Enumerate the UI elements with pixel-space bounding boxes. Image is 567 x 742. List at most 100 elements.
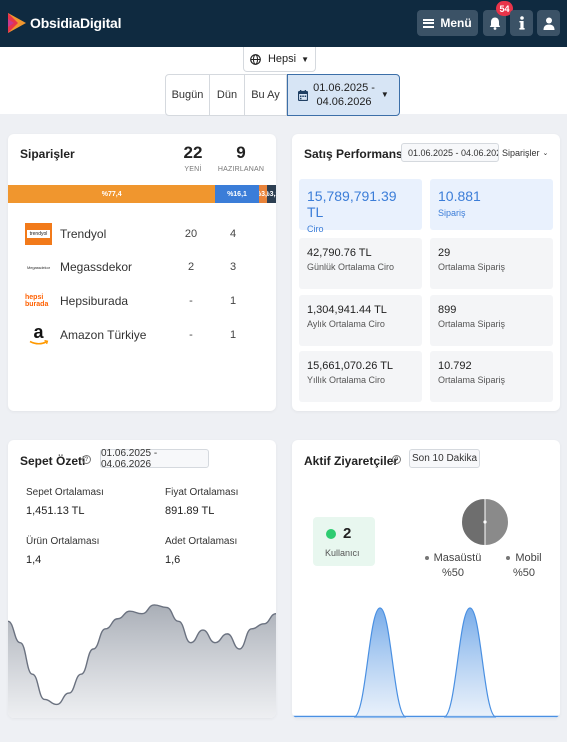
visitors-time-window[interactable]: Son 10 Dakika	[409, 449, 480, 468]
basket-summary-card: Sepet Özeti ? 01.06.2025 - 04.06.2026 Se…	[8, 440, 276, 718]
globe-icon	[250, 53, 261, 65]
active-users-box: 2 Kullanıcı	[313, 517, 375, 566]
megassdekor-logo: Megassdekor	[25, 256, 52, 278]
marketplace-name: Amazon Türkiye	[60, 328, 147, 342]
this-month-button[interactable]: Bu Ay	[245, 74, 287, 116]
date-range-start: 01.06.2025 -	[313, 82, 375, 94]
tile-label: Ortalama Sipariş	[438, 262, 506, 272]
tile-value: 1,304,941.44 TL	[307, 304, 387, 316]
hepsiburada-logo-text-1: hepsi	[25, 294, 44, 301]
tile-orders: 10.881 Sipariş	[430, 179, 553, 230]
marketplace-preparing-count: 1	[229, 295, 237, 307]
share-segment-0: %77,4	[8, 185, 216, 203]
sales-performance-title: Satış Performansı	[304, 147, 407, 161]
tile-label: Günlük Ortalama Ciro	[307, 262, 395, 272]
today-button[interactable]: Bugün	[165, 74, 210, 116]
legend-mobile-pct: %50	[512, 567, 536, 579]
menu-button[interactable]: Menü	[417, 10, 478, 36]
basket-trend-chart	[8, 604, 276, 718]
tile-label: Ortalama Sipariş	[438, 375, 506, 385]
marketplace-row-hepsiburada[interactable]: hepsi burada Hepsiburada - 1	[25, 289, 265, 313]
brand-logo-icon	[8, 13, 26, 33]
tile-daily-avg-revenue: 42,790.76 TL Günlük Ortalama Ciro	[299, 238, 422, 289]
user-button[interactable]	[537, 10, 560, 36]
performance-date-range[interactable]: 01.06.2025 - 04.06.2026	[401, 143, 499, 162]
marketplace-row-trendyol[interactable]: trendyol Trendyol 20 4	[25, 222, 265, 246]
avg-basket-label: Sepet Ortalaması	[26, 487, 104, 498]
share-segment-2: %3,2	[258, 185, 268, 203]
brand-logo[interactable]: ObsidiaDigital	[8, 13, 122, 33]
legend-desktop-pct: %50	[441, 567, 465, 579]
amazon-smile-icon	[29, 340, 48, 345]
orders-title: Siparişler	[20, 147, 75, 161]
tile-value: 29	[438, 247, 451, 259]
tile-yearly-avg-orders: 10.792 Ortalama Sipariş	[430, 351, 553, 402]
legend-mobile: Mobil %50	[500, 552, 548, 579]
bell-icon	[489, 17, 500, 30]
legend-desktop: Masaüstü %50	[418, 552, 488, 579]
performance-metric-value: Siparişler	[502, 147, 540, 158]
marketplace-row-megassdekor[interactable]: Megassdekor Megassdekor 2 3	[25, 255, 265, 279]
help-icon[interactable]: ?	[82, 455, 91, 464]
orders-share-bar: %77,4%16,1%3,2%3,2	[8, 185, 276, 203]
date-filter-group: Bugün Dün Bu Ay 01.06.2025 - 04.06.2026 …	[165, 74, 400, 116]
marketplace-preparing-count: 4	[229, 228, 237, 240]
tile-label: Aylık Ortalama Ciro	[307, 319, 385, 329]
share-segment-3: %3,2	[267, 185, 276, 203]
megassdekor-logo-text: Megassdekor	[27, 264, 50, 270]
marketplace-new-count: -	[189, 329, 193, 341]
orders-new-label: YENİ	[184, 166, 202, 173]
date-range-end: 04.06.2026	[316, 96, 372, 108]
legend-dot	[424, 556, 429, 561]
channel-select[interactable]: Hepsi ▼	[243, 47, 316, 72]
pie-slice-desktop[interactable]	[484, 498, 509, 546]
active-users-label: Kullanıcı	[325, 548, 360, 558]
date-range-text: 01.06.2025 - 04.06.2026	[313, 81, 375, 109]
tile-label: Ortalama Sipariş	[438, 319, 506, 329]
tile-label: Ciro	[307, 224, 324, 234]
info-button[interactable]	[510, 10, 533, 36]
tile-value: 10.792	[438, 360, 472, 372]
basket-date-range[interactable]: 01.06.2025 - 04.06.2026	[100, 448, 209, 470]
orders-preparing-label: HAZIRLANAN	[217, 166, 265, 173]
chevron-down-icon: ▼	[380, 90, 389, 99]
tile-value: 899	[438, 304, 457, 316]
yesterday-button[interactable]: Dün	[210, 74, 245, 116]
filter-bar: Hepsi ▼ Bugün Dün Bu Ay 01.06.2025 - 04.…	[0, 47, 567, 116]
marketplace-name: Hepsiburada	[60, 294, 129, 308]
marketplace-row-amazon[interactable]: a Amazon Türkiye - 1	[25, 323, 265, 347]
date-range-picker[interactable]: 01.06.2025 - 04.06.2026 ▼	[287, 74, 400, 116]
top-header: ObsidiaDigital Menü 54	[0, 0, 567, 47]
amazon-logo: a	[25, 322, 52, 346]
visitor-peak-1	[353, 607, 407, 718]
trendyol-logo: trendyol	[25, 223, 52, 245]
active-visitors-card: Aktif Ziyaretçiler ? Son 10 Dakika 2 Kul…	[292, 440, 560, 718]
avg-product-label: Ürün Ortalaması	[26, 536, 100, 547]
visitor-peak-2	[443, 607, 497, 718]
tile-value: 10.881	[438, 188, 481, 204]
basket-summary-title: Sepet Özeti	[20, 454, 86, 468]
performance-metric-select[interactable]: Siparişler ⌄	[502, 143, 558, 162]
marketplace-new-count: 20	[184, 228, 198, 240]
avg-price-label: Fiyat Ortalaması	[165, 487, 239, 498]
legend-desktop-label: Masaüstü	[433, 552, 482, 564]
help-icon[interactable]: ?	[392, 455, 401, 464]
marketplace-preparing-count: 1	[229, 329, 237, 341]
channel-select-value: Hepsi	[267, 53, 297, 65]
avg-basket-value: 1,451.13 TL	[26, 505, 85, 517]
tile-yearly-avg-revenue: 15,661,070.26 TL Yıllık Ortalama Ciro	[299, 351, 422, 402]
tile-label: Sipariş	[438, 208, 466, 218]
legend-mobile-label: Mobil	[515, 552, 542, 564]
tile-label: Yıllık Ortalama Ciro	[307, 375, 386, 385]
hamburger-icon	[423, 18, 435, 28]
avg-product-value: 1,4	[26, 554, 42, 566]
tile-daily-avg-orders: 29 Ortalama Sipariş	[430, 238, 553, 289]
trendyol-logo-text: trendyol	[27, 230, 50, 238]
sales-performance-card: Satış Performansı 01.06.2025 - 04.06.202…	[292, 134, 560, 411]
orders-new-count: 22	[183, 143, 203, 162]
pie-slice-mobile[interactable]	[461, 498, 486, 546]
tile-monthly-avg-revenue: 1,304,941.44 TL Aylık Ortalama Ciro	[299, 295, 422, 346]
active-users-count: 2	[343, 525, 352, 542]
amazon-logo-text: a	[33, 322, 44, 342]
tile-monthly-avg-orders: 899 Ortalama Sipariş	[430, 295, 553, 346]
